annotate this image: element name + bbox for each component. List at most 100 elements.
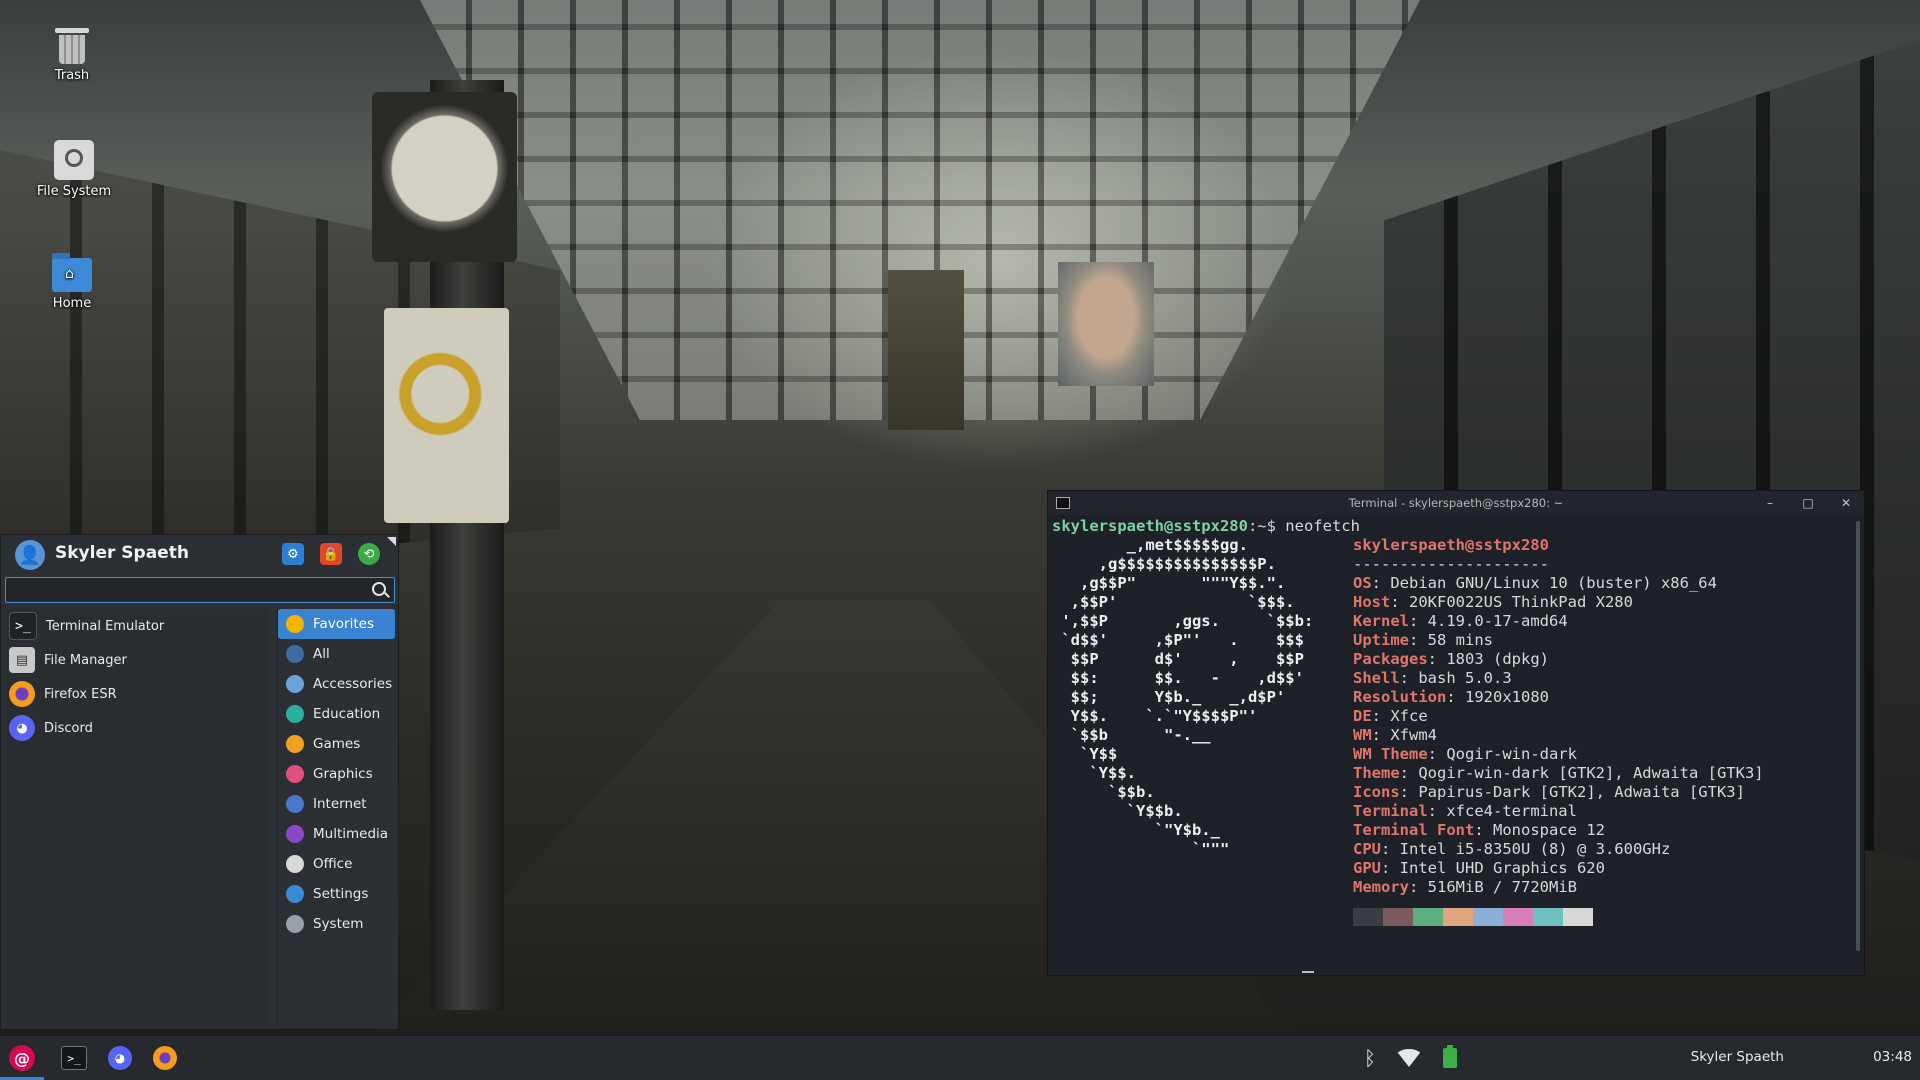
maximize-icon: □ [1802,496,1814,510]
menu-header: 👤 Skyler Spaeth ⚙ 🔒 ⟲ [1,535,398,573]
launcher-discord[interactable]: ◕ [103,1042,137,1074]
category-label: Games [313,736,361,752]
terminal-title: Terminal - skylerspaeth@sstpx280: ~ [1348,496,1564,510]
info-line: Kernel: 4.19.0-17-amd64 [1353,612,1568,630]
category-office[interactable]: Office [278,849,395,879]
desktop-icon-home[interactable]: ⌂ Home [22,252,122,311]
terminal-scrollbar[interactable] [1856,521,1860,951]
search-input[interactable] [12,581,366,601]
info-value: 58 mins [1427,631,1493,649]
info-line: Memory: 516MiB / 7720MiB [1353,878,1577,896]
category-settings[interactable]: Settings [278,879,395,909]
category-games[interactable]: Games [278,729,395,759]
settings-manager-button[interactable]: ⚙ [282,543,304,565]
clock-time[interactable]: 03:48 [1873,1049,1912,1065]
category-all[interactable]: All [278,639,395,669]
lock-screen-button[interactable]: 🔒 [320,543,342,565]
category-internet[interactable]: Internet [278,789,395,819]
info-key: Host [1353,593,1391,611]
terminal-icon: >_ [61,1046,87,1070]
wallpaper-train-left [0,150,560,580]
clock-user-name[interactable]: Skyler Spaeth [1691,1049,1784,1065]
terminal-titlebar[interactable]: Terminal - skylerspaeth@sstpx280: ~ – □ … [1048,491,1864,515]
info-key: Shell [1353,669,1400,687]
category-graphics[interactable]: Graphics [278,759,395,789]
drive-icon [54,140,94,180]
terminal-icon: >_ [9,612,37,640]
category-education[interactable]: Education [278,699,395,729]
info-line: Terminal: xfce4-terminal [1353,802,1577,820]
menu-username: Skyler Spaeth [55,543,189,563]
taskbar: @ >_ ◕ ᛒ Skyler Spaeth 03:48 [0,1035,1920,1080]
info-value: 1803 (dpkg) [1446,650,1549,668]
desktop-icon-label: File System [36,184,112,199]
wallpaper-screen [1058,262,1154,386]
category-favorites[interactable]: Favorites [278,609,395,639]
info-line: OS: Debian GNU/Linux 10 (buster) x86_64 [1353,574,1717,592]
launcher-terminal[interactable]: >_ [57,1042,91,1074]
home-folder-icon: ⌂ [52,253,92,292]
info-value: 20KF0022US ThinkPad X280 [1409,593,1633,611]
applications-menu-button[interactable]: @ [5,1042,39,1074]
info-value: Intel i5-8350U (8) @ 3.600GHz [1399,840,1671,858]
app-terminal-emulator[interactable]: >_ Terminal Emulator [5,609,269,643]
info-line: CPU: Intel i5-8350U (8) @ 3.600GHz [1353,840,1671,858]
info-value: 1920x1080 [1465,688,1549,706]
lock-icon: 🔒 [322,546,340,562]
terminal-cursor [1302,971,1314,973]
color-swatch [1473,908,1503,926]
close-button[interactable]: ✕ [1838,495,1854,511]
log-out-button[interactable]: ⟲ [358,543,380,565]
app-firefox-esr[interactable]: Firefox ESR [5,677,269,711]
desktop-icon-trash[interactable]: Trash [22,24,122,83]
category-label: Settings [313,886,369,902]
battery-icon[interactable] [1440,1045,1460,1070]
category-list: Favorites All Accessories Education Games Gra… [277,609,398,1025]
wallpaper-sign [384,308,509,523]
info-value: Papirus-Dark [GTK2], Adwaita [GTK3] [1418,783,1745,801]
maximize-button[interactable]: □ [1800,495,1816,511]
info-host-header: skylerspaeth@sstpx280 [1353,536,1549,554]
wallpaper-pillar [430,80,504,1010]
category-label: System [313,916,364,932]
terminal-output[interactable]: skylerspaeth@sstpx280:~$ neofetch _,met$… [1052,517,1850,975]
category-system-icon [286,915,304,933]
info-key: WM [1353,726,1372,744]
wifi-icon[interactable] [1394,1046,1424,1070]
info-line: Shell: bash 5.0.3 [1353,669,1512,687]
category-label: Favorites [313,616,374,632]
info-line: Theme: Qogir-win-dark [GTK2], Adwaita [G… [1353,764,1764,782]
category-graphics-icon [286,765,304,783]
category-label: Accessories [313,676,393,692]
avatar: 👤 [15,540,45,570]
system-info: skylerspaeth@sstpx280 ------------------… [1353,536,1764,926]
info-value: Monospace 12 [1493,821,1605,839]
category-all-icon [286,645,304,663]
color-swatch [1353,908,1383,926]
category-label: Education [313,706,381,722]
info-key: Packages [1353,650,1428,668]
prompt-command: :~$ neofetch [1247,517,1360,535]
category-accessories[interactable]: Accessories [278,669,395,699]
category-system[interactable]: System [278,909,395,939]
prompt-line: skylerspaeth@sstpx280:~$ neofetch [1052,517,1850,536]
app-label: Firefox ESR [44,686,117,702]
bluetooth-icon[interactable]: ᛒ [1358,1046,1382,1070]
category-multimedia[interactable]: Multimedia [278,819,395,849]
info-line: Uptime: 58 mins [1353,631,1493,649]
color-swatch [1443,908,1473,926]
desktop-icon-label: Trash [54,68,90,83]
firefox-icon [9,681,35,707]
info-value: xfce4-terminal [1446,802,1577,820]
app-file-manager[interactable]: ▤ File Manager [5,643,269,677]
launcher-firefox[interactable] [148,1042,182,1074]
info-key: Terminal [1353,802,1428,820]
minimize-button[interactable]: – [1762,495,1778,511]
info-line: WM Theme: Qogir-win-dark [1353,745,1577,763]
info-key: Kernel [1353,612,1409,630]
desktop-icon-file-system[interactable]: File System [24,140,124,199]
discord-icon: ◕ [9,715,35,741]
terminal-window[interactable]: Terminal - skylerspaeth@sstpx280: ~ – □ … [1047,490,1865,976]
app-discord[interactable]: ◕ Discord [5,711,269,745]
resize-corner[interactable] [387,537,396,546]
